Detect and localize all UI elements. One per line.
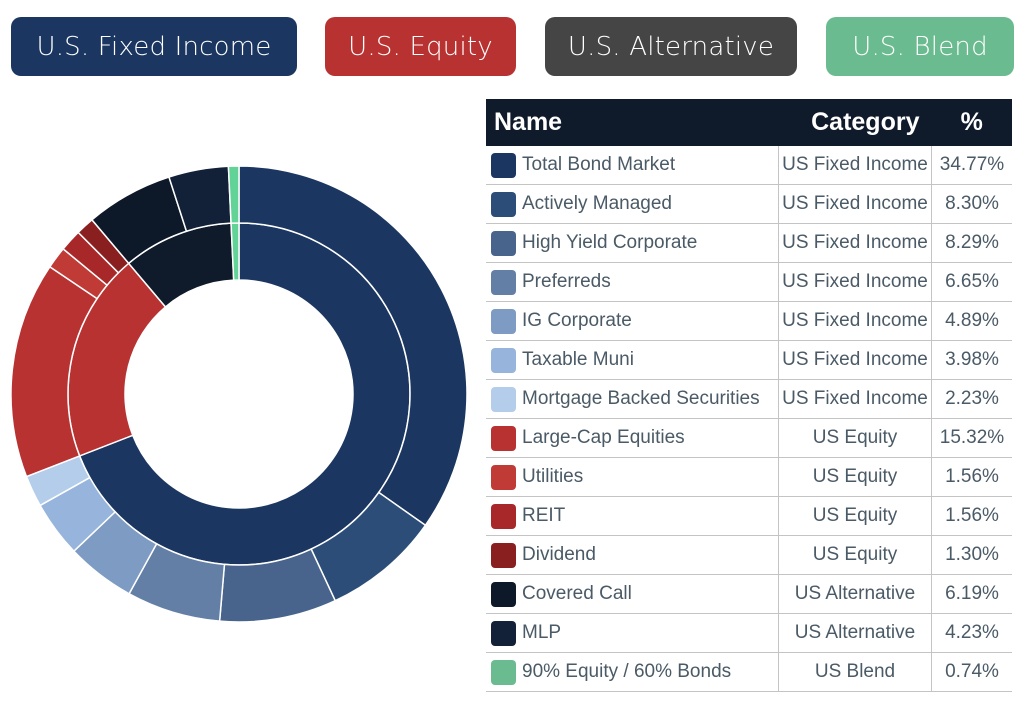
color-swatch xyxy=(491,191,516,217)
color-swatch xyxy=(491,542,516,568)
outer-slice-90-equity-60-bonds xyxy=(227,165,240,224)
legend-name-cell: Taxable Muni xyxy=(486,340,779,380)
legend-row: REIT US Equity 1.56% xyxy=(486,496,1012,536)
legend-name-cell: Preferreds xyxy=(486,262,779,302)
legend-percent-cell: 4.23% xyxy=(931,613,1012,653)
color-swatch xyxy=(491,230,516,256)
legend-name-cell: Actively Managed xyxy=(486,184,779,224)
inner-ring-category xyxy=(67,222,411,566)
legend-percent-cell: 34.77% xyxy=(931,146,1012,185)
us-fixed-income-button[interactable]: U.S. Fixed Income xyxy=(11,17,297,76)
legend-row: Covered Call US Alternative 6.19% xyxy=(486,574,1012,614)
legend-percent-cell: 0.74% xyxy=(931,652,1012,692)
holding-name: Utilities xyxy=(522,466,584,487)
holding-name: IG Corporate xyxy=(522,310,632,331)
legend-name-cell: Total Bond Market xyxy=(486,146,779,185)
legend-percent-cell: 6.65% xyxy=(931,262,1012,302)
legend-row: High Yield Corporate US Fixed Income 8.29% xyxy=(486,223,1012,263)
us-alternative-button[interactable]: U.S. Alternative xyxy=(545,17,797,76)
legend-name-cell: Mortgage Backed Securities xyxy=(486,379,779,419)
color-swatch xyxy=(491,659,516,685)
holding-name: MLP xyxy=(522,622,562,643)
legend-category-cell: US Fixed Income xyxy=(778,184,932,224)
color-swatch xyxy=(491,152,516,178)
legend-category-cell: US Fixed Income xyxy=(778,146,932,185)
legend-category-cell: US Equity xyxy=(778,496,932,536)
legend-category-cell: US Fixed Income xyxy=(778,340,932,380)
legend-percent-cell: 8.29% xyxy=(931,223,1012,263)
legend-category-cell: US Equity xyxy=(778,535,932,575)
header-percent: % xyxy=(931,99,1012,146)
legend-category-cell: US Blend xyxy=(778,652,932,692)
legend-percent-cell: 1.56% xyxy=(931,496,1012,536)
legend-row: Large-Cap Equities US Equity 15.32% xyxy=(486,418,1012,458)
legend-percent-cell: 4.89% xyxy=(931,301,1012,341)
legend-category-cell: US Fixed Income xyxy=(778,301,932,341)
legend-name-cell: Covered Call xyxy=(486,574,779,614)
color-swatch xyxy=(491,308,516,334)
header-category: Category xyxy=(778,99,932,146)
legend-row: Dividend US Equity 1.30% xyxy=(486,535,1012,575)
legend-table: Name Category % Total Bond Market US Fixe… xyxy=(486,99,1012,692)
legend-name-cell: Large-Cap Equities xyxy=(486,418,779,458)
legend-percent-cell: 2.23% xyxy=(931,379,1012,419)
holding-name: Large-Cap Equities xyxy=(522,427,685,448)
legend-row: Mortgage Backed Securities US Fixed Incom… xyxy=(486,379,1012,419)
legend-percent-cell: 6.19% xyxy=(931,574,1012,614)
legend-header-row: Name Category % xyxy=(486,99,1012,146)
legend-row: IG Corporate US Fixed Income 4.89% xyxy=(486,301,1012,341)
holding-name: REIT xyxy=(522,505,566,526)
legend-name-cell: MLP xyxy=(486,613,779,653)
legend-name-cell: REIT xyxy=(486,496,779,536)
legend-category-cell: US Fixed Income xyxy=(778,262,932,302)
legend-row: Utilities US Equity 1.56% xyxy=(486,457,1012,497)
holding-name: Taxable Muni xyxy=(522,349,634,370)
holding-name: High Yield Corporate xyxy=(522,232,698,253)
color-swatch xyxy=(491,581,516,607)
color-swatch xyxy=(491,620,516,646)
legend-name-cell: High Yield Corporate xyxy=(486,223,779,263)
legend-percent-cell: 1.30% xyxy=(931,535,1012,575)
holding-name: Covered Call xyxy=(522,583,632,604)
holding-name: Actively Managed xyxy=(522,193,672,214)
legend-percent-cell: 15.32% xyxy=(931,418,1012,458)
holding-name: Dividend xyxy=(522,544,596,565)
color-swatch xyxy=(491,386,516,412)
legend-row: Preferreds US Fixed Income 6.65% xyxy=(486,262,1012,302)
legend-category-cell: US Equity xyxy=(778,457,932,497)
legend-category-cell: US Alternative xyxy=(778,613,932,653)
legend-category-cell: US Equity xyxy=(778,418,932,458)
holding-name: Preferreds xyxy=(522,271,611,292)
legend-name-cell: Utilities xyxy=(486,457,779,497)
allocation-donut-chart xyxy=(10,165,468,623)
holding-name: 90% Equity / 60% Bonds xyxy=(522,661,732,682)
legend-name-cell: Dividend xyxy=(486,535,779,575)
color-swatch xyxy=(491,464,516,490)
us-equity-button[interactable]: U.S. Equity xyxy=(325,17,516,76)
legend-row: 90% Equity / 60% Bonds US Blend 0.74% xyxy=(486,652,1012,692)
legend-row: MLP US Alternative 4.23% xyxy=(486,613,1012,653)
color-swatch xyxy=(491,347,516,373)
legend-row: Total Bond Market US Fixed Income 34.77% xyxy=(486,146,1012,185)
legend-row: Taxable Muni US Fixed Income 3.98% xyxy=(486,340,1012,380)
legend-category-cell: US Fixed Income xyxy=(778,379,932,419)
color-swatch xyxy=(491,269,516,295)
legend-category-cell: US Fixed Income xyxy=(778,223,932,263)
color-swatch xyxy=(491,425,516,451)
us-blend-button[interactable]: U.S. Blend xyxy=(826,17,1014,76)
legend-name-cell: 90% Equity / 60% Bonds xyxy=(486,652,779,692)
holding-name: Mortgage Backed Securities xyxy=(522,388,760,409)
legend-row: Actively Managed US Fixed Income 8.30% xyxy=(486,184,1012,224)
color-swatch xyxy=(491,503,516,529)
legend-category-cell: US Alternative xyxy=(778,574,932,614)
legend-name-cell: IG Corporate xyxy=(486,301,779,341)
holding-name: Total Bond Market xyxy=(522,154,676,175)
legend-percent-cell: 3.98% xyxy=(931,340,1012,380)
legend-percent-cell: 1.56% xyxy=(931,457,1012,497)
legend-percent-cell: 8.30% xyxy=(931,184,1012,224)
header-name: Name xyxy=(486,99,779,146)
